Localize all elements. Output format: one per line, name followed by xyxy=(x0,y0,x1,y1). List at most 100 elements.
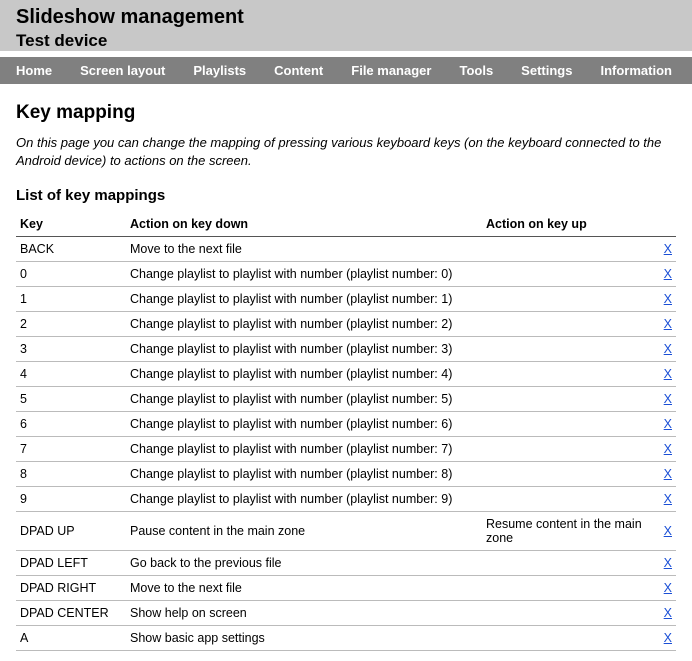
cell-action-up xyxy=(482,287,652,312)
table-row: DPAD RIGHTMove to the next file X xyxy=(16,576,676,601)
nav-screen-layout[interactable]: Screen layout xyxy=(80,63,165,78)
table-row: DPAD LEFTGo back to the previous file X xyxy=(16,551,676,576)
nav-settings[interactable]: Settings xyxy=(521,63,572,78)
header-block: Slideshow management Test device xyxy=(0,0,692,51)
table-row: BACKMove to the next file X xyxy=(16,237,676,262)
cell-action-up xyxy=(482,437,652,462)
nav-file-manager[interactable]: File manager xyxy=(351,63,431,78)
main-nav: Home Screen layout Playlists Content Fil… xyxy=(0,57,692,84)
table-row: 8Change playlist to playlist with number… xyxy=(16,462,676,487)
nav-content[interactable]: Content xyxy=(274,63,323,78)
col-header-key: Key xyxy=(16,212,126,237)
cell-key: 9 xyxy=(16,487,126,512)
nav-home[interactable]: Home xyxy=(16,63,52,78)
table-row: DPAD CENTERShow help on screenX xyxy=(16,601,676,626)
nav-information[interactable]: Information xyxy=(600,63,672,78)
page-title: Key mapping xyxy=(16,102,676,124)
cell-action-up xyxy=(482,237,652,262)
page-intro: On this page you can change the mapping … xyxy=(16,134,676,169)
cell-action-down: Change playlist to playlist with number … xyxy=(126,387,482,412)
cell-delete: X xyxy=(652,437,676,462)
cell-action-down: Go back to the previous file xyxy=(126,551,482,576)
app-title: Slideshow management xyxy=(16,6,676,29)
delete-link[interactable]: X xyxy=(664,392,672,406)
cell-action-down: Change playlist to playlist with number … xyxy=(126,487,482,512)
cell-delete: X xyxy=(652,512,676,551)
cell-key: 5 xyxy=(16,387,126,412)
table-row: 4Change playlist to playlist with number… xyxy=(16,362,676,387)
cell-key: A xyxy=(16,626,126,651)
nav-tools[interactable]: Tools xyxy=(459,63,493,78)
cell-action-up xyxy=(482,362,652,387)
cell-action-up xyxy=(482,626,652,651)
cell-action-up xyxy=(482,312,652,337)
cell-action-down: Change playlist to playlist with number … xyxy=(126,337,482,362)
table-row: 6Change playlist to playlist with number… xyxy=(16,412,676,437)
cell-action-down: Show help on screen xyxy=(126,601,482,626)
delete-link[interactable]: X xyxy=(664,467,672,481)
cell-action-up xyxy=(482,576,652,601)
cell-action-up xyxy=(482,551,652,576)
delete-link[interactable]: X xyxy=(664,242,672,256)
delete-link[interactable]: X xyxy=(664,524,672,538)
delete-link[interactable]: X xyxy=(664,417,672,431)
cell-key: 1 xyxy=(16,287,126,312)
table-row: 2Change playlist to playlist with number… xyxy=(16,312,676,337)
table-row: 0Change playlist to playlist with number… xyxy=(16,262,676,287)
cell-delete: X xyxy=(652,412,676,437)
key-mapping-table: Key Action on key down Action on key up … xyxy=(16,212,676,651)
cell-action-up xyxy=(482,337,652,362)
delete-link[interactable]: X xyxy=(664,581,672,595)
delete-link[interactable]: X xyxy=(664,367,672,381)
cell-key: 2 xyxy=(16,312,126,337)
cell-delete: X xyxy=(652,312,676,337)
cell-delete: X xyxy=(652,626,676,651)
delete-link[interactable]: X xyxy=(664,442,672,456)
cell-action-up xyxy=(482,412,652,437)
nav-playlists[interactable]: Playlists xyxy=(193,63,246,78)
delete-link[interactable]: X xyxy=(664,556,672,570)
table-row: 7Change playlist to playlist with number… xyxy=(16,437,676,462)
cell-action-down: Change playlist to playlist with number … xyxy=(126,362,482,387)
cell-key: 6 xyxy=(16,412,126,437)
cell-key: DPAD LEFT xyxy=(16,551,126,576)
cell-delete: X xyxy=(652,262,676,287)
cell-delete: X xyxy=(652,337,676,362)
cell-action-up xyxy=(482,462,652,487)
cell-action-down: Move to the next file xyxy=(126,237,482,262)
cell-key: DPAD UP xyxy=(16,512,126,551)
col-header-del xyxy=(652,212,676,237)
cell-delete: X xyxy=(652,551,676,576)
cell-delete: X xyxy=(652,287,676,312)
delete-link[interactable]: X xyxy=(664,317,672,331)
cell-action-up xyxy=(482,601,652,626)
cell-delete: X xyxy=(652,237,676,262)
cell-delete: X xyxy=(652,601,676,626)
table-row: 9Change playlist to playlist with number… xyxy=(16,487,676,512)
cell-action-down: Move to the next file xyxy=(126,576,482,601)
delete-link[interactable]: X xyxy=(664,342,672,356)
cell-key: 7 xyxy=(16,437,126,462)
cell-action-down: Show basic app settings xyxy=(126,626,482,651)
cell-action-up xyxy=(482,487,652,512)
device-title: Test device xyxy=(16,31,676,51)
cell-key: 3 xyxy=(16,337,126,362)
list-title: List of key mappings xyxy=(16,187,676,204)
cell-key: 0 xyxy=(16,262,126,287)
cell-action-down: Change playlist to playlist with number … xyxy=(126,262,482,287)
delete-link[interactable]: X xyxy=(664,267,672,281)
cell-key: DPAD RIGHT xyxy=(16,576,126,601)
table-row: 1Change playlist to playlist with number… xyxy=(16,287,676,312)
cell-action-up xyxy=(482,262,652,287)
table-row: AShow basic app settings X xyxy=(16,626,676,651)
cell-action-down: Pause content in the main zone xyxy=(126,512,482,551)
cell-action-down: Change playlist to playlist with number … xyxy=(126,287,482,312)
delete-link[interactable]: X xyxy=(664,292,672,306)
cell-delete: X xyxy=(652,362,676,387)
cell-key: 8 xyxy=(16,462,126,487)
delete-link[interactable]: X xyxy=(664,492,672,506)
cell-key: BACK xyxy=(16,237,126,262)
cell-action-up: Resume content in the main zone xyxy=(482,512,652,551)
delete-link[interactable]: X xyxy=(664,606,672,620)
delete-link[interactable]: X xyxy=(664,631,672,645)
